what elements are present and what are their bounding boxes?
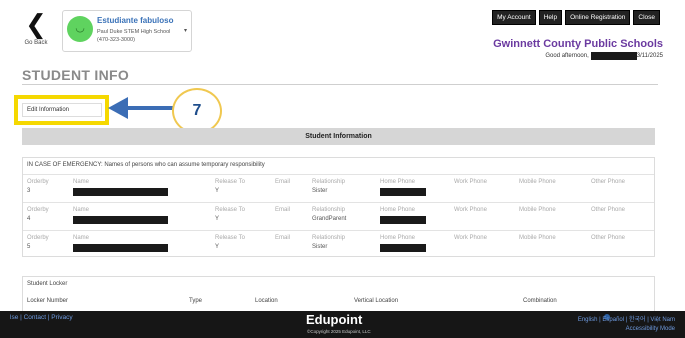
top-bar: ❮ Go Back ◡ Estudiante fabuloso Paul Duk… — [0, 0, 685, 62]
col-label-release: Release To — [215, 235, 245, 241]
locker-col-location: Location — [255, 298, 278, 304]
locker-col-number: Locker Number — [27, 298, 69, 304]
smiley-icon: ◡ — [75, 21, 85, 34]
student-locker-panel: Student Locker Locker Number Type Locati… — [22, 276, 655, 312]
relationship-value: GrandParent — [312, 216, 347, 222]
col-label-orderby: Orderby — [27, 235, 49, 241]
pointer-arrow — [108, 97, 174, 119]
orderby-value: 4 — [27, 216, 31, 222]
col-label-email: Email — [275, 207, 291, 213]
redacted-home-phone — [380, 216, 426, 224]
greeting-text: Good afternoon, — [545, 53, 589, 59]
redacted-name — [73, 188, 168, 196]
language-links[interactable]: English | Español | 한국어 | Việt Nam — [578, 314, 675, 323]
emergency-contact-row: Orderby 4 Name Release To Y Email Relati… — [23, 202, 654, 229]
col-label-orderby: Orderby — [27, 207, 49, 213]
footer-copyright: ©Copyright 2025 Edupoint, LLC — [307, 329, 371, 334]
student-phone: (470-323-3000) — [97, 37, 135, 43]
col-label-work-phone: Work Phone — [454, 179, 487, 185]
col-label-orderby: Orderby — [27, 179, 49, 185]
col-label-other-phone: Other Phone — [591, 207, 626, 213]
current-date: 3/11/2025 — [636, 53, 663, 59]
locker-title: Student Locker — [27, 281, 68, 287]
col-label-relationship: Relationship — [312, 207, 346, 213]
col-label-other-phone: Other Phone — [591, 235, 626, 241]
col-label-work-phone: Work Phone — [454, 207, 487, 213]
col-label-home-phone: Home Phone — [380, 179, 416, 185]
col-label-mobile-phone: Mobile Phone — [519, 207, 556, 213]
go-back-label: Go Back — [24, 40, 48, 46]
redacted-name — [73, 216, 168, 224]
top-button-group: My Account Help Online Registration Clos… — [492, 10, 660, 25]
col-label-release: Release To — [215, 207, 245, 213]
my-account-button[interactable]: My Account — [492, 10, 536, 25]
emergency-contacts-panel: IN CASE OF EMERGENCY: Names of persons w… — [22, 157, 655, 257]
locker-col-type: Type — [189, 298, 203, 304]
redacted-user-name — [590, 52, 637, 60]
chevron-left-icon: ❮ — [25, 10, 47, 40]
relationship-value: Sister — [312, 244, 328, 250]
student-selector[interactable]: ◡ Estudiante fabuloso Paul Duke STEM Hig… — [62, 10, 192, 52]
col-label-name: Name — [73, 235, 90, 241]
footer: lse | Contact | Privacy Edupoint ©Copyri… — [0, 311, 685, 338]
go-back-button[interactable]: ❮ Go Back — [18, 12, 54, 52]
release-value: Y — [215, 188, 220, 194]
col-label-email: Email — [275, 235, 291, 241]
greeting-line: Good afternoon, 3/11/2025 — [545, 52, 663, 60]
online-registration-button[interactable]: Online Registration — [565, 10, 631, 25]
emergency-contact-row: Orderby 5 Name Release To Y Email Relati… — [23, 230, 654, 257]
emergency-title: IN CASE OF EMERGENCY: Names of persons w… — [27, 162, 265, 168]
edupoint-logo: Edupoint — [306, 312, 363, 327]
help-button[interactable]: Help — [538, 10, 563, 25]
col-label-home-phone: Home Phone — [380, 207, 416, 213]
col-label-work-phone: Work Phone — [454, 235, 487, 241]
student-avatar: ◡ — [67, 16, 93, 42]
col-label-relationship: Relationship — [312, 235, 346, 241]
col-label-other-phone: Other Phone — [591, 179, 626, 185]
emergency-contact-row: Orderby 3 Name Release To Y Email Relati… — [23, 174, 654, 201]
accessibility-mode-link[interactable]: Accessibility Mode — [626, 326, 675, 332]
page-title: STUDENT INFO — [22, 67, 130, 83]
student-information-header: Student Information — [22, 128, 655, 145]
locker-col-combination: Combination — [523, 298, 557, 304]
col-label-email: Email — [275, 179, 291, 185]
footer-links[interactable]: lse | Contact | Privacy — [10, 314, 73, 321]
redacted-home-phone — [380, 244, 426, 252]
relationship-value: Sister — [312, 188, 328, 194]
col-label-release: Release To — [215, 179, 245, 185]
chevron-down-icon: ▾ — [183, 28, 187, 34]
redacted-name — [73, 244, 168, 252]
close-button[interactable]: Close — [633, 10, 660, 25]
edit-information-button[interactable]: Edit Information — [22, 103, 102, 117]
col-label-mobile-phone: Mobile Phone — [519, 179, 556, 185]
col-label-home-phone: Home Phone — [380, 235, 416, 241]
redacted-home-phone — [380, 188, 426, 196]
locker-col-vertical-location: Vertical Location — [354, 298, 399, 304]
student-name: Estudiante fabuloso — [97, 16, 174, 25]
orderby-value: 3 — [27, 188, 31, 194]
col-label-mobile-phone: Mobile Phone — [519, 235, 556, 241]
col-label-name: Name — [73, 179, 90, 185]
arrow-head — [108, 97, 128, 119]
orderby-value: 5 — [27, 244, 31, 250]
release-value: Y — [215, 244, 220, 250]
release-value: Y — [215, 216, 220, 222]
col-label-relationship: Relationship — [312, 179, 346, 185]
district-name: Gwinnett County Public Schools — [493, 38, 663, 50]
student-school: Paul Duke STEM High School — [97, 29, 171, 35]
col-label-name: Name — [73, 207, 90, 213]
